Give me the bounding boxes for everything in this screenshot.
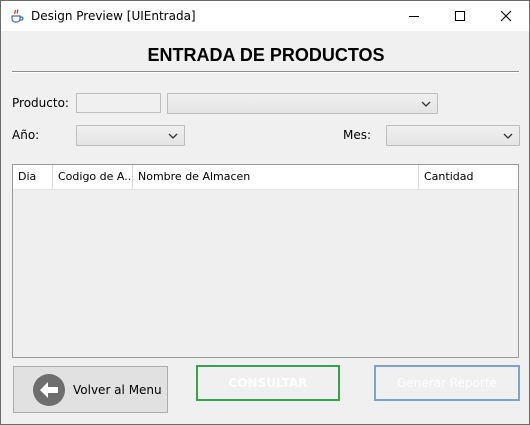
producto-code-input[interactable] — [76, 93, 161, 113]
chevron-down-icon — [168, 133, 178, 139]
column-header-dia[interactable]: Dia — [13, 165, 53, 189]
page-title: ENTRADA DE PRODUCTOS — [147, 45, 385, 65]
maximize-icon — [455, 11, 465, 21]
title-divider — [12, 71, 519, 73]
application-window: Design Preview [UIEntrada] ENTRADA DE PR… — [0, 0, 530, 425]
mes-label: Mes: — [343, 128, 372, 142]
close-button[interactable] — [483, 1, 529, 31]
producto-label: Producto: — [12, 96, 69, 110]
java-coffee-cup-icon — [9, 8, 25, 24]
volver-menu-label: Volver al Menu — [73, 383, 162, 397]
results-table[interactable]: Dia Codigo de A... Nombre de Almacen Can… — [12, 164, 519, 358]
minimize-icon — [409, 16, 419, 17]
window-title: Design Preview [UIEntrada] — [31, 9, 196, 23]
chevron-down-icon — [421, 101, 431, 107]
column-header-codigo[interactable]: Codigo de A... — [53, 165, 133, 189]
volver-menu-button[interactable]: Volver al Menu — [13, 366, 168, 413]
minimize-button[interactable] — [391, 1, 437, 31]
consultar-button[interactable]: CONSULTAR — [196, 365, 340, 401]
column-header-nombre-almacen[interactable]: Nombre de Almacen — [133, 165, 419, 189]
anio-select[interactable] — [76, 125, 185, 146]
mes-select[interactable] — [386, 125, 520, 146]
anio-label: Año: — [12, 128, 40, 142]
generar-reporte-button[interactable]: Generar Reporte — [374, 365, 520, 401]
producto-select[interactable] — [167, 93, 438, 114]
title-bar[interactable]: Design Preview [UIEntrada] — [1, 1, 529, 31]
column-header-cantidad[interactable]: Cantidad — [419, 165, 518, 189]
chevron-down-icon — [503, 133, 513, 139]
maximize-button[interactable] — [437, 1, 483, 31]
arrow-left-circle-icon — [32, 373, 66, 407]
table-header: Dia Codigo de A... Nombre de Almacen Can… — [13, 165, 518, 190]
close-icon — [500, 10, 512, 22]
